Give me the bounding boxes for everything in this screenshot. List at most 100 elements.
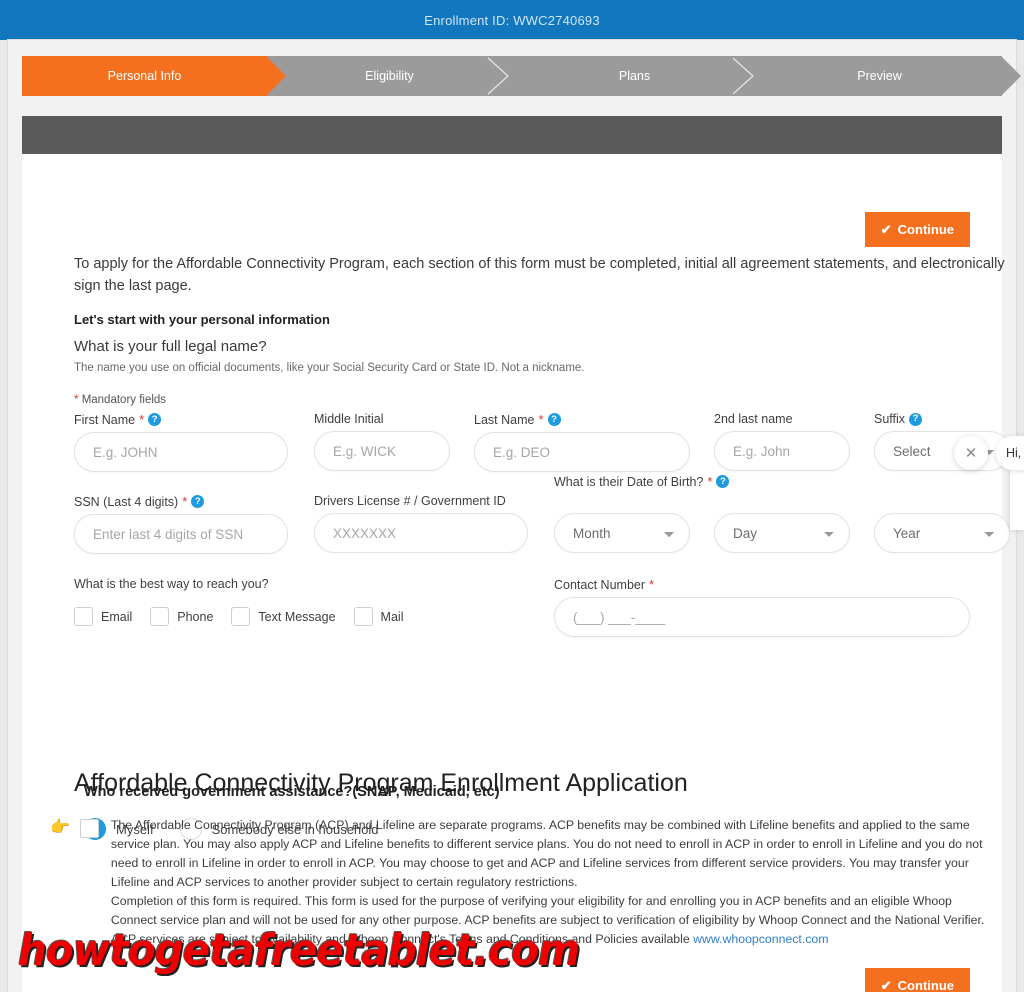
- second-last-name-input[interactable]: [714, 431, 850, 471]
- step-label: Plans: [618, 69, 651, 83]
- reach-option-label: Text Message: [258, 609, 336, 624]
- contact-number-field: Contact Number *: [554, 577, 970, 637]
- reach-option-phone[interactable]: Phone: [150, 607, 213, 626]
- step-separator-icon: [730, 56, 758, 96]
- dob-day-field: Day12345: [714, 494, 850, 553]
- check-icon: ✔: [880, 222, 892, 237]
- reach-option-mail[interactable]: Mail: [353, 607, 404, 626]
- help-icon[interactable]: ?: [191, 495, 205, 508]
- last-name-label: Last Name: [474, 412, 535, 427]
- first-name-label: First Name: [74, 412, 136, 427]
- first-name-label-wrap: First Name * ?: [74, 412, 288, 427]
- mandatory-fields-note: * Mandatory fields: [74, 394, 166, 406]
- contact-number-label: Contact Number: [554, 577, 646, 592]
- drivers-license-label: Drivers License # / Government ID: [314, 494, 506, 508]
- dob-year-select[interactable]: Year2000199919981997: [874, 513, 1010, 553]
- intro-lede: Let's start with your personal informati…: [74, 312, 330, 327]
- required-asterisk-icon: *: [649, 577, 655, 592]
- chevron-right-icon: [487, 57, 509, 95]
- watermark: howtogetafreetablet.com: [18, 925, 580, 976]
- enrollment-id-bar: Enrollment ID: WWC2740693: [0, 0, 1024, 40]
- second-last-name-field: 2nd last name: [714, 412, 850, 471]
- step-label: Personal Info: [107, 69, 182, 83]
- middle-initial-field: Middle Initial: [314, 412, 450, 471]
- reach-option-email[interactable]: Email: [74, 607, 132, 626]
- middle-initial-input[interactable]: [314, 431, 450, 471]
- last-name-field: Last Name * ?: [474, 412, 690, 472]
- checkbox-icon[interactable]: [231, 607, 251, 626]
- middle-initial-label: Middle Initial: [314, 412, 384, 426]
- section-header-band: [22, 116, 1002, 154]
- required-asterisk-icon: *: [707, 474, 713, 489]
- step-preview[interactable]: Preview: [757, 56, 1021, 96]
- chat-greeting-bubble[interactable]: Hi, N: [996, 436, 1024, 470]
- ssn-label: SSN (Last 4 digits): [74, 494, 179, 509]
- check-icon: ✔: [880, 978, 892, 992]
- asterisk-icon: *: [74, 394, 79, 406]
- checkbox-icon[interactable]: [353, 607, 373, 626]
- page-shell: Personal Info Eligibility Plans Preview …: [8, 40, 1021, 992]
- chevron-right-icon: [732, 57, 754, 95]
- step-eligibility[interactable]: Eligibility: [267, 56, 512, 96]
- required-asterisk-icon: *: [538, 412, 544, 427]
- first-name-field: First Name * ?: [74, 412, 288, 472]
- enrollment-id-label: Enrollment ID: WWC2740693: [424, 12, 600, 28]
- reach-option-label: Mail: [380, 609, 404, 624]
- continue-button-top[interactable]: ✔ Continue: [864, 212, 970, 247]
- continue-label: Continue: [897, 222, 954, 237]
- dob-label-wrap: What is their Date of Birth? * ?: [554, 474, 730, 489]
- dob-month-field: MonthJanuaryFebruaryMarchAprilMayJuneJul…: [554, 494, 690, 553]
- suffix-label-wrap: Suffix ?: [874, 412, 1010, 426]
- drivers-license-label-wrap: Drivers License # / Government ID: [314, 494, 528, 508]
- last-name-input[interactable]: [474, 432, 690, 472]
- contact-number-input[interactable]: [554, 597, 970, 637]
- checkbox-icon[interactable]: [74, 607, 93, 626]
- drivers-license-field: Drivers License # / Government ID: [314, 494, 528, 553]
- suffix-select[interactable]: SelectJr.Sr.IIIIIIIV: [874, 431, 1010, 471]
- reach-checkbox-group: Email Phone Text Message Mail: [74, 607, 421, 626]
- step-plans[interactable]: Plans: [512, 56, 757, 96]
- required-asterisk-icon: *: [182, 494, 188, 509]
- whoopconnect-link[interactable]: www.whoopconnect.com: [693, 932, 828, 946]
- reach-option-label: Phone: [177, 609, 214, 624]
- reach-option-text-message[interactable]: Text Message: [231, 607, 336, 626]
- agreement-checkbox[interactable]: [79, 819, 99, 838]
- help-icon[interactable]: ?: [716, 475, 730, 488]
- page-root: Enrollment ID: WWC2740693 Personal Info …: [0, 0, 1024, 992]
- reach-option-label: Email: [101, 609, 133, 624]
- first-name-input[interactable]: [74, 432, 288, 472]
- continue-label: Continue: [897, 978, 954, 992]
- middle-initial-label-wrap: Middle Initial: [314, 412, 450, 426]
- dob-day-select[interactable]: Day12345: [714, 513, 850, 553]
- required-asterisk-icon: *: [139, 412, 145, 427]
- ssn-input[interactable]: [74, 514, 288, 554]
- legal-name-question: What is your full legal name?: [74, 338, 267, 355]
- dob-month-select[interactable]: MonthJanuaryFebruaryMarchAprilMayJuneJul…: [554, 513, 690, 553]
- step-separator-icon: [240, 56, 268, 96]
- contact-number-label-wrap: Contact Number *: [554, 577, 970, 592]
- step-personal-info[interactable]: Personal Info: [22, 56, 286, 96]
- ssn-field: SSN (Last 4 digits) * ?: [74, 494, 288, 554]
- dob-label: What is their Date of Birth?: [554, 474, 704, 489]
- help-icon[interactable]: ?: [547, 413, 561, 426]
- suffix-field: Suffix ? SelectJr.Sr.IIIIIIIV: [874, 412, 1010, 471]
- continue-button-bottom[interactable]: ✔ Continue: [864, 968, 970, 992]
- last-name-label-wrap: Last Name * ?: [474, 412, 690, 427]
- step-label: Preview: [857, 69, 902, 83]
- suffix-label: Suffix: [874, 412, 906, 426]
- second-last-name-label: 2nd last name: [714, 412, 793, 426]
- chat-panel-edge: [1010, 470, 1024, 530]
- intro-paragraph: To apply for the Affordable Connectivity…: [74, 256, 1005, 294]
- help-icon[interactable]: ?: [148, 413, 162, 426]
- step-label: Eligibility: [365, 69, 414, 83]
- application-title: Affordable Connectivity Program Enrollme…: [74, 769, 688, 797]
- reach-question: What is the best way to reach you?: [74, 577, 269, 591]
- help-icon[interactable]: ?: [909, 412, 923, 426]
- drivers-license-input[interactable]: [314, 513, 528, 553]
- chat-greeting-text: Hi, N: [1006, 446, 1024, 460]
- form-card: ✔ Continue To apply for the Affordable C…: [22, 154, 1010, 992]
- progress-steps: Personal Info Eligibility Plans Preview: [22, 56, 1021, 96]
- chat-close-icon[interactable]: ✕: [954, 436, 988, 470]
- second-last-name-label-wrap: 2nd last name: [714, 412, 850, 426]
- checkbox-icon[interactable]: [150, 607, 170, 626]
